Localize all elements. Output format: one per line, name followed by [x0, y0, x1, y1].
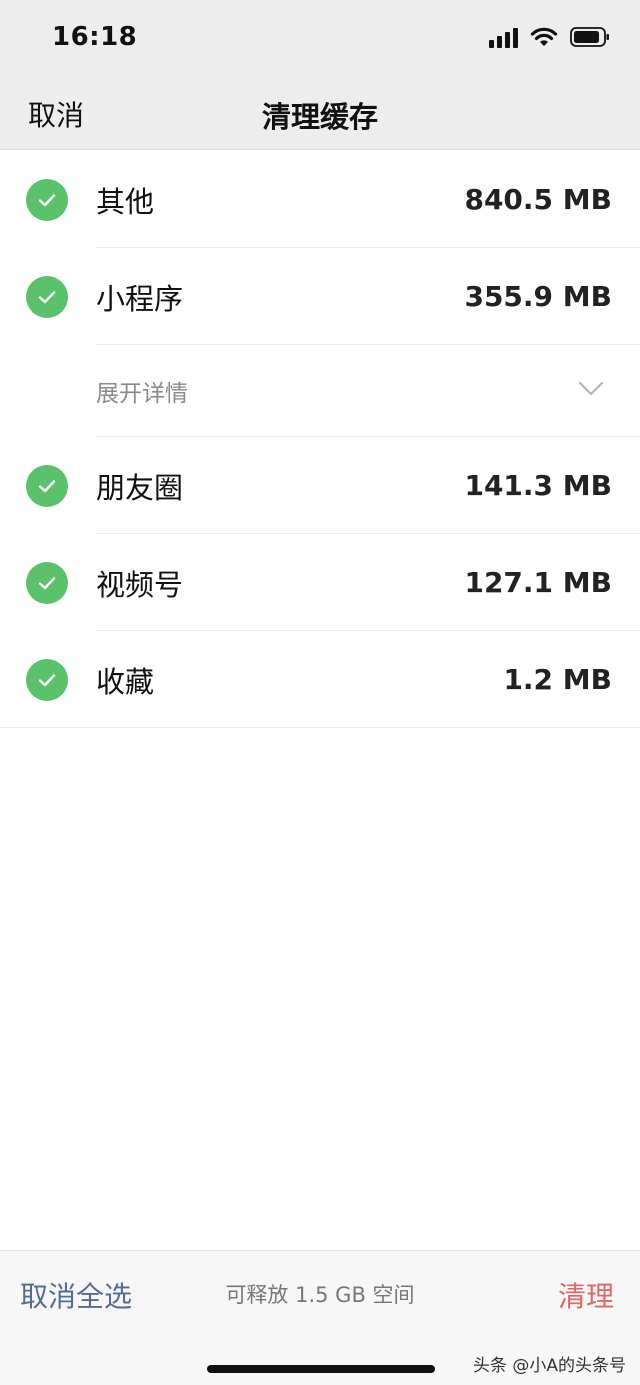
item-size: 127.1 MB — [464, 566, 612, 599]
checkbox-checked-icon[interactable] — [26, 464, 68, 507]
page-title: 清理缓存 — [261, 100, 378, 134]
item-label: 视频号 — [96, 567, 184, 602]
chevron-down-icon[interactable] — [578, 381, 604, 401]
wifi-icon — [530, 26, 558, 48]
checkbox-checked-icon[interactable] — [26, 561, 68, 604]
cache-list: 其他 840.5 MB 小程序 355.9 MB 展开详情 朋友圈 141.3 … — [0, 151, 640, 728]
bottom-bar: 取消全选 可释放 1.5 GB 空间 清理 头条 @小A的头条号 — [0, 1250, 640, 1385]
expand-details-row[interactable]: 展开详情 — [0, 345, 640, 437]
top-bar: 16:18 取消 清理缓存 — [0, 0, 640, 150]
list-item-channels[interactable]: 视频号 127.1 MB — [0, 534, 640, 631]
checkbox-checked-icon[interactable] — [26, 275, 68, 318]
item-label: 朋友圈 — [96, 470, 184, 505]
list-item-mini-programs[interactable]: 小程序 355.9 MB — [0, 248, 640, 345]
checkbox-checked-icon[interactable] — [26, 178, 68, 221]
clean-button[interactable]: 清理 — [558, 1275, 614, 1315]
free-space-text: 可释放 1.5 GB 空间 — [225, 1283, 415, 1307]
list-item-moments[interactable]: 朋友圈 141.3 MB — [0, 437, 640, 534]
battery-icon — [570, 26, 610, 48]
screen: 16:18 取消 清理缓存 其他 840.5 MB 小程序 355.9 MB 展… — [0, 0, 640, 1385]
checkbox-checked-icon[interactable] — [26, 658, 68, 701]
item-label: 其他 — [96, 184, 155, 219]
expand-details-label: 展开详情 — [96, 381, 188, 407]
item-label: 小程序 — [96, 281, 184, 316]
item-size: 141.3 MB — [464, 469, 612, 502]
item-size: 355.9 MB — [464, 280, 612, 313]
list-item-favorites[interactable]: 收藏 1.2 MB — [0, 631, 640, 728]
watermark: 头条 @小A的头条号 — [472, 1356, 626, 1376]
cellular-signal-icon — [489, 26, 518, 48]
status-icons — [489, 26, 610, 48]
item-label: 收藏 — [96, 664, 155, 699]
item-size: 1.2 MB — [503, 663, 612, 696]
home-indicator[interactable] — [207, 1365, 435, 1373]
list-item-other[interactable]: 其他 840.5 MB — [0, 151, 640, 248]
status-time: 16:18 — [52, 22, 138, 52]
divider — [0, 727, 640, 728]
item-size: 840.5 MB — [464, 183, 612, 216]
